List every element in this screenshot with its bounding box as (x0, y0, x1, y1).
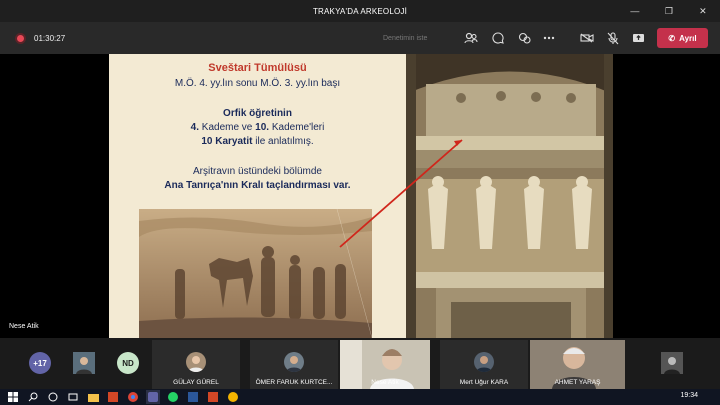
task-view-icon[interactable] (66, 390, 80, 404)
participants-icon[interactable] (461, 28, 481, 48)
presenter-name: Nese Atik (9, 323, 39, 330)
chrome-icon[interactable] (126, 390, 140, 404)
reactions-icon[interactable] (514, 28, 534, 48)
participants-strip: +17 ND GÜLAY GÜREL ÖMER FARUK KURTCE... … (0, 338, 720, 389)
chat-icon[interactable] (488, 28, 508, 48)
participant-avatar[interactable] (661, 352, 683, 374)
browser-icon[interactable] (226, 390, 240, 404)
microphone-muted-icon[interactable] (603, 28, 623, 48)
participant-video-tile[interactable]: Nese Atik (340, 340, 430, 389)
window-title: TRAKYA'DA ARKEOLOJİ (312, 6, 408, 16)
participant-tile[interactable]: GÜLAY GÜREL (152, 340, 240, 389)
participant-avatar (186, 352, 206, 372)
start-icon[interactable] (6, 390, 20, 404)
request-control-button[interactable]: Denetimin iste (383, 35, 427, 42)
shared-screen: Sveštari Tümülüsü M.Ö. 4. yy.lın sonu M.… (0, 54, 720, 338)
leave-label: Ayrıl (679, 33, 697, 43)
powerpoint-icon[interactable] (206, 390, 220, 404)
teams-icon[interactable] (146, 390, 160, 404)
participant-tile[interactable]: Mert Uğur KARA (440, 340, 528, 389)
recording-icon (17, 34, 24, 42)
more-options-icon[interactable] (539, 28, 559, 48)
window-controls: — ❐ ✕ (618, 0, 720, 22)
participant-name: AHMET YARAŞ (554, 379, 601, 386)
maximize-icon[interactable]: ❐ (652, 0, 686, 22)
file-explorer-icon[interactable] (86, 390, 100, 404)
phone-icon: ✆ (668, 33, 676, 43)
overflow-participants-button[interactable]: +17 (29, 352, 51, 374)
leave-button[interactable]: ✆ Ayrıl (657, 28, 708, 48)
search-icon[interactable] (26, 390, 40, 404)
participant-avatar (474, 352, 494, 372)
participant-avatar (284, 352, 304, 372)
close-icon[interactable]: ✕ (686, 0, 720, 22)
participant-avatar[interactable] (73, 352, 95, 374)
participant-name: Nese Atik (371, 379, 399, 386)
meeting-timer: 01:30:27 (34, 33, 66, 43)
share-screen-icon[interactable] (628, 28, 648, 48)
participant-name: ÖMER FARUK KURTCE... (255, 379, 333, 386)
camera-icon[interactable] (577, 28, 597, 48)
title-bar: TRAKYA'DA ARKEOLOJİ — ❐ ✕ (0, 0, 720, 22)
taskbar-clock[interactable]: 19:34 (680, 392, 698, 399)
meeting-toolbar: 01:30:27 Denetimin iste ✆ Ayrıl (0, 22, 720, 54)
whatsapp-icon[interactable] (166, 390, 180, 404)
windows-taskbar: 19:34 (0, 389, 720, 405)
participant-tile[interactable]: ÖMER FARUK KURTCE... (250, 340, 338, 389)
participant-initials-avatar[interactable]: ND (117, 352, 139, 374)
minimize-icon[interactable]: — (618, 0, 652, 22)
office-icon[interactable] (106, 390, 120, 404)
participant-name: Mert Uğur KARA (459, 379, 509, 386)
cortana-icon[interactable] (46, 390, 60, 404)
participant-name: GÜLAY GÜREL (173, 379, 219, 386)
word-icon[interactable] (186, 390, 200, 404)
participant-video-tile[interactable]: AHMET YARAŞ (530, 340, 625, 389)
pointer-arrow (339, 139, 463, 248)
